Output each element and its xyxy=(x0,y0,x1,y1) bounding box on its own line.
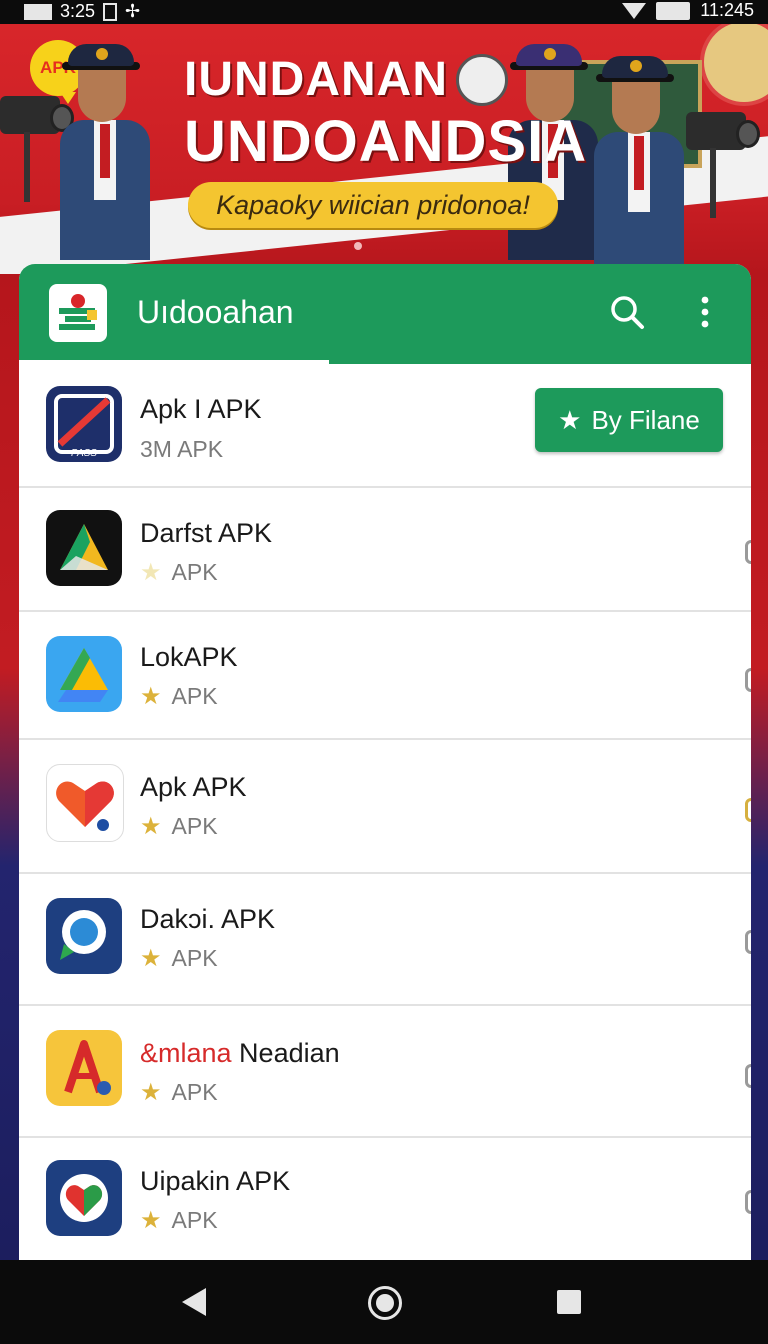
install-button[interactable]: ★ By Filane xyxy=(535,388,723,452)
app-subtitle-text: APK xyxy=(171,559,218,585)
star-icon: ★ xyxy=(140,1079,162,1106)
star-icon: ★ xyxy=(140,945,162,972)
app-name: Apk I APK xyxy=(140,394,262,424)
more-options-icon[interactable] xyxy=(693,292,717,332)
wifi-icon xyxy=(622,2,647,19)
app-subtitle-text: APK xyxy=(171,945,218,971)
list-item[interactable]: LokAPK ★ APK xyxy=(19,612,751,740)
app-title: Uıdooahan xyxy=(137,294,294,330)
app-subtitle: ★ APK xyxy=(140,944,218,973)
officer-figure-right xyxy=(594,56,684,274)
scroll-handle-icon[interactable] xyxy=(745,798,751,822)
list-item[interactable]: PASS Apk I APK 3M APK ★ By Filane xyxy=(19,364,751,488)
scroll-handle-icon[interactable] xyxy=(745,668,751,692)
officer-figure-left xyxy=(60,44,150,264)
app-logo-icon[interactable] xyxy=(49,284,107,342)
recent-apps-icon[interactable] xyxy=(557,1290,581,1314)
app-name-rest: Neadian xyxy=(231,1038,340,1068)
app-subtitle-text: APK xyxy=(171,1207,218,1233)
list-item[interactable]: Apk APK ★ APK xyxy=(19,740,751,874)
app-subtitle-text: 3M APK xyxy=(140,436,224,462)
pass-app-icon: PASS xyxy=(46,386,122,462)
scroll-handle-icon[interactable] xyxy=(745,1064,751,1088)
promo-banner[interactable]: APK IUNDANAN UNDOANDSIA Kapaoky wiician … xyxy=(0,24,768,274)
list-item[interactable]: Dakɔi. APK ★ APK xyxy=(19,874,751,1006)
banner-headline-line1: IUNDANAN xyxy=(184,53,448,106)
app-subtitle: 3M APK xyxy=(140,436,223,463)
app-name: Apk APK xyxy=(140,772,247,802)
app-subtitle: ★ APK xyxy=(140,558,218,587)
side-decoration-right xyxy=(750,274,768,1260)
system-nav-bar xyxy=(0,1260,768,1344)
list-item[interactable]: &mlana Neadian ★ APK xyxy=(19,1006,751,1138)
status-bar: 3:25 ✢ 11:245 xyxy=(0,0,768,24)
drive-app-icon xyxy=(46,636,122,712)
clock-icon xyxy=(456,54,508,106)
heart-shield-app-icon xyxy=(46,1160,122,1236)
star-icon: ★ xyxy=(140,1207,162,1234)
app-name-prefix: &mlana xyxy=(140,1038,232,1068)
sim-icon xyxy=(103,2,118,21)
camera-left-icon xyxy=(0,96,74,202)
scroll-handle-icon[interactable] xyxy=(745,1190,751,1214)
emblem-icon xyxy=(700,24,768,106)
app-list-card: Uıdooahan PASS Apk I APK 3M APK ★ By Fil… xyxy=(19,264,751,1260)
battery-icon xyxy=(656,1,691,20)
scroll-handle-icon[interactable] xyxy=(745,540,751,564)
location-app-icon xyxy=(46,898,122,974)
star-icon: ★ xyxy=(140,683,162,710)
app-name: Uipakin APK xyxy=(140,1166,291,1196)
notification-icon xyxy=(24,3,52,20)
status-left-text: 3:25 xyxy=(60,1,96,21)
carousel-indicator[interactable] xyxy=(354,242,362,250)
search-icon[interactable] xyxy=(609,294,645,330)
heart-map-app-icon xyxy=(46,764,124,842)
app-name: Darfst APK xyxy=(140,518,273,548)
star-icon: ★ xyxy=(558,404,582,435)
back-icon[interactable] xyxy=(182,1288,206,1316)
letter-a-app-icon xyxy=(46,1030,122,1106)
list-item[interactable]: Darfst APK ★ APK xyxy=(19,488,751,612)
app-subtitle: ★ APK xyxy=(140,1206,218,1235)
install-button-label: By Filane xyxy=(591,404,700,435)
list-item[interactable]: Uipakin APK ★ APK xyxy=(19,1138,751,1260)
app-name: LokAPK xyxy=(140,642,238,672)
star-icon: ★ xyxy=(140,813,162,840)
fan-icon: ✢ xyxy=(125,1,141,21)
svg-text:PASS: PASS xyxy=(71,448,97,459)
app-name: Dakɔi. APK xyxy=(140,904,276,934)
app-name: &mlana Neadian xyxy=(140,1038,340,1069)
app-subtitle: ★ APK xyxy=(140,682,218,711)
home-icon[interactable] xyxy=(368,1286,402,1320)
app-subtitle-text: APK xyxy=(171,813,218,839)
app-subtitle-text: APK xyxy=(171,683,218,709)
scroll-handle-icon[interactable] xyxy=(745,930,751,954)
status-time: 11:245 xyxy=(700,0,754,20)
triangle-app-icon xyxy=(46,510,122,586)
app-bar: Uıdooahan xyxy=(19,264,751,364)
side-decoration-left xyxy=(0,274,20,1260)
app-subtitle: ★ APK xyxy=(140,1078,218,1107)
star-icon: ★ xyxy=(140,559,162,586)
banner-tagline: Kapaoky wiician pridonoa! xyxy=(188,182,558,228)
banner-headline-line2: UNDOANDSIA xyxy=(184,109,588,174)
app-subtitle-text: APK xyxy=(171,1079,218,1105)
camera-right-icon xyxy=(686,112,760,218)
app-subtitle: ★ APK xyxy=(140,812,218,841)
